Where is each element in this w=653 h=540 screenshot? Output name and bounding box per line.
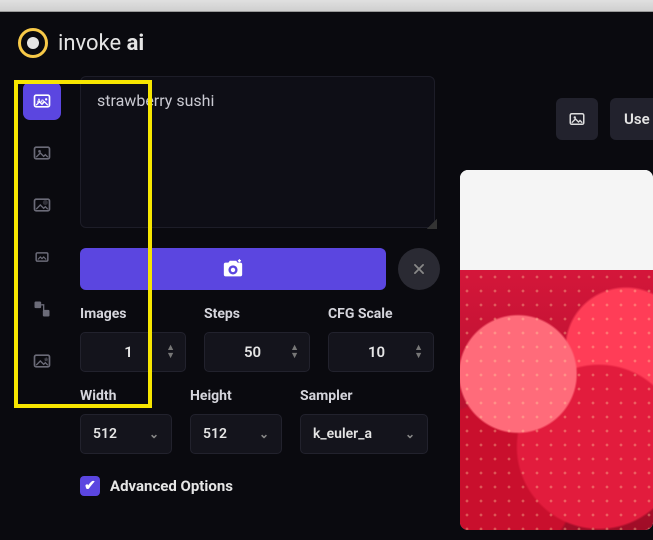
width-select[interactable]: 512 ⌄ xyxy=(80,414,172,454)
app-title: invoke ai xyxy=(58,31,144,56)
sidebar: Aa xyxy=(18,76,66,496)
sidebar-postprocess[interactable] xyxy=(23,342,61,380)
camera-plus-icon xyxy=(222,258,244,280)
chevron-down-icon: ⌄ xyxy=(149,427,159,441)
sidebar-inpaint[interactable] xyxy=(23,186,61,224)
height-label: Height xyxy=(190,388,282,404)
cfg-input[interactable]: 10 ▲▼ xyxy=(328,332,434,372)
sidebar-outpaint[interactable] xyxy=(23,238,61,276)
sidebar-text-to-image[interactable]: Aa xyxy=(23,82,61,120)
width-value: 512 xyxy=(93,426,117,442)
advanced-options-checkbox[interactable]: ✔ xyxy=(80,476,100,496)
images-value: 1 xyxy=(124,343,133,361)
generate-button[interactable] xyxy=(80,248,386,290)
down-caret-icon[interactable]: ▼ xyxy=(166,352,175,360)
logo-icon xyxy=(18,28,48,58)
text-image-icon: Aa xyxy=(32,91,52,111)
preview-image xyxy=(460,270,653,530)
prompt-input[interactable] xyxy=(80,76,435,228)
app-title-part2: ai xyxy=(127,31,145,56)
control-panel: Images 1 ▲▼ Steps 50 ▲▼ CFG Scale xyxy=(80,76,440,496)
image-preview-button[interactable] xyxy=(556,98,598,140)
steps-input[interactable]: 50 ▲▼ xyxy=(204,332,310,372)
image-icon xyxy=(32,143,52,163)
browser-chrome xyxy=(0,0,653,12)
images-input[interactable]: 1 ▲▼ xyxy=(80,332,186,372)
resize-handle-icon[interactable] xyxy=(427,219,437,229)
width-label: Width xyxy=(80,388,172,404)
outpaint-icon xyxy=(32,247,52,267)
height-select[interactable]: 512 ⌄ xyxy=(190,414,282,454)
close-icon xyxy=(412,262,426,276)
use-button[interactable]: Use xyxy=(610,98,653,140)
inpaint-icon xyxy=(32,195,52,215)
images-stepper[interactable]: ▲▼ xyxy=(166,344,175,360)
cfg-stepper[interactable]: ▲▼ xyxy=(414,344,423,360)
chevron-down-icon: ⌄ xyxy=(405,427,415,441)
down-caret-icon[interactable]: ▼ xyxy=(290,352,299,360)
postprocess-icon xyxy=(32,351,52,371)
sidebar-nodes[interactable] xyxy=(23,290,61,328)
steps-label: Steps xyxy=(204,306,310,322)
advanced-options-label: Advanced Options xyxy=(110,477,233,495)
cfg-label: CFG Scale xyxy=(328,306,434,322)
height-value: 512 xyxy=(203,426,227,442)
image-icon xyxy=(568,110,586,128)
app-title-part1: invoke xyxy=(58,31,127,56)
down-caret-icon[interactable]: ▼ xyxy=(414,352,423,360)
sampler-select[interactable]: k_euler_a ⌄ xyxy=(300,414,428,454)
sidebar-image-to-image[interactable] xyxy=(23,134,61,172)
steps-value: 50 xyxy=(244,343,261,361)
cancel-button[interactable] xyxy=(398,248,440,290)
nodes-icon xyxy=(32,299,52,319)
sampler-value: k_euler_a xyxy=(313,426,372,442)
output-preview xyxy=(460,170,653,530)
images-label: Images xyxy=(80,306,186,322)
cfg-value: 10 xyxy=(368,343,385,361)
app-logo: invoke ai xyxy=(18,28,653,58)
steps-stepper[interactable]: ▲▼ xyxy=(290,344,299,360)
sampler-label: Sampler xyxy=(300,388,428,404)
chevron-down-icon: ⌄ xyxy=(259,427,269,441)
